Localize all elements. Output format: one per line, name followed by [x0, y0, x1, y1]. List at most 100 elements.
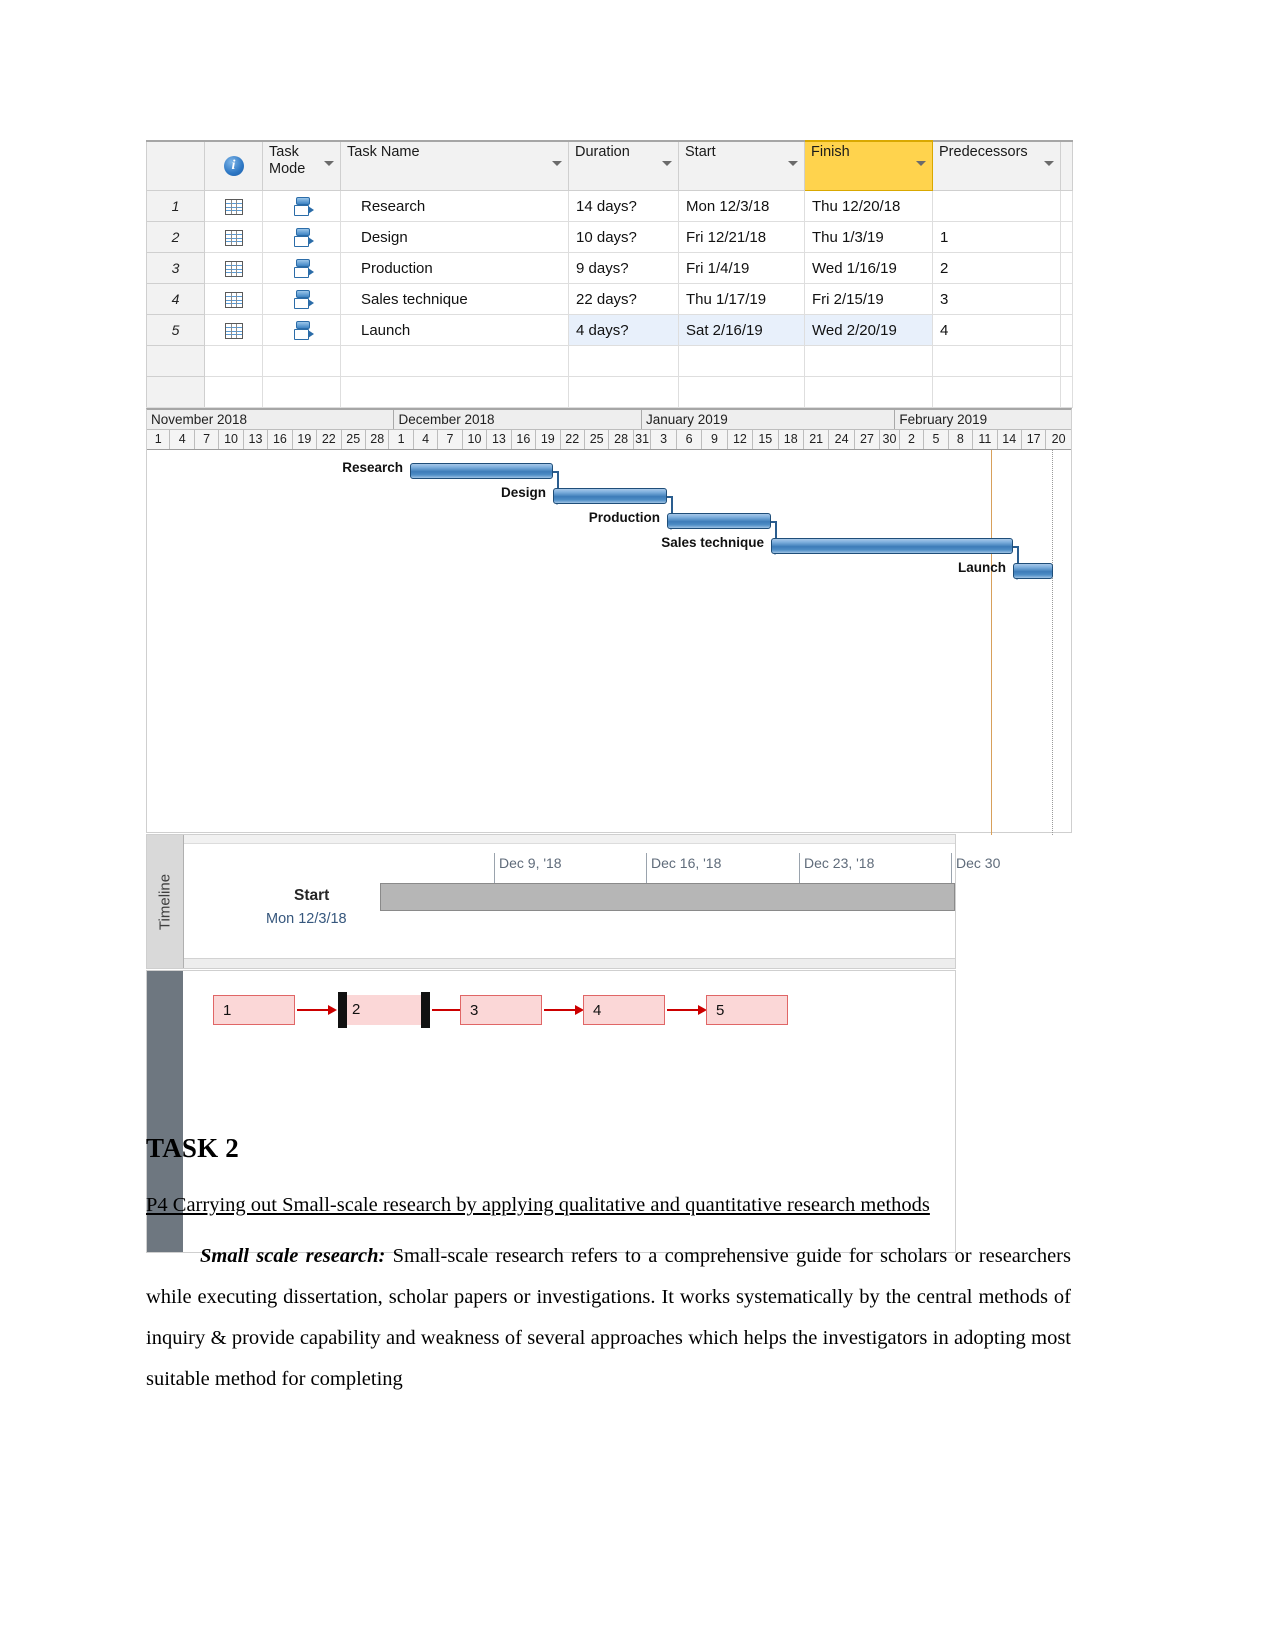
row-start[interactable]: Fri 1/4/19 [678, 252, 805, 284]
column-header-next[interactable] [1060, 140, 1073, 191]
notes-sheet-icon [224, 260, 243, 277]
row-duration[interactable]: 10 days? [568, 221, 679, 253]
network-node-4[interactable]: 4 [583, 995, 665, 1025]
row-indicator[interactable] [204, 345, 263, 377]
row-start[interactable]: Thu 1/17/19 [678, 283, 805, 315]
timescale-day: 31 [634, 430, 652, 449]
task-grid: i Task Mode Task Name Duration Start Fin… [146, 140, 1073, 408]
network-node-label: 3 [470, 1002, 479, 1019]
row-task-mode[interactable] [262, 376, 341, 408]
row-duration[interactable]: 14 days? [568, 190, 679, 222]
empty-row[interactable] [146, 345, 1073, 377]
row-task-mode[interactable] [262, 345, 341, 377]
chevron-down-icon[interactable] [788, 161, 798, 166]
gantt-bar-research[interactable]: Research [342, 460, 553, 479]
timeline-body[interactable]: Dec 9, '18 Dec 16, '18 Dec 23, '18 Dec 3… [184, 835, 1000, 968]
column-header-indicators[interactable]: i [204, 140, 263, 191]
table-row[interactable]: 5 Launch 4 days? Sat 2/16/19 Wed 2/20/19… [146, 314, 1073, 346]
row-id [146, 345, 205, 377]
row-start[interactable] [678, 345, 805, 377]
row-task-name[interactable]: Research [340, 190, 569, 222]
table-row[interactable]: 1 Research 14 days? Mon 12/3/18 Thu 12/2… [146, 190, 1073, 222]
table-row[interactable]: 2 Design 10 days? Fri 12/21/18 Thu 1/3/1… [146, 221, 1073, 253]
gantt-bar-launch[interactable]: Launch [958, 560, 1053, 579]
column-header-finish[interactable]: Finish [804, 140, 933, 191]
row-predecessors[interactable]: 4 [932, 314, 1061, 346]
network-node-1[interactable]: 1 [213, 995, 295, 1025]
row-finish[interactable]: Wed 1/16/19 [804, 252, 933, 284]
row-task-mode[interactable] [262, 283, 341, 315]
row-duration[interactable]: 4 days? [568, 314, 679, 346]
row-indicator[interactable] [204, 376, 263, 408]
row-indicator[interactable] [204, 252, 263, 284]
row-finish[interactable] [804, 345, 933, 377]
column-header-id[interactable] [146, 140, 205, 191]
row-finish[interactable] [804, 376, 933, 408]
gantt-bar-production[interactable]: Production [589, 510, 771, 529]
column-header-predecessors[interactable]: Predecessors [932, 140, 1061, 191]
gantt-chart[interactable]: November 2018 December 2018 January 2019… [146, 408, 1072, 835]
row-task-mode[interactable] [262, 314, 341, 346]
row-predecessors[interactable] [932, 376, 1061, 408]
timeline-span-bar[interactable] [380, 883, 955, 911]
row-indicator[interactable] [204, 190, 263, 222]
chevron-down-icon[interactable] [552, 161, 562, 166]
timescale-day: 5 [924, 430, 949, 449]
row-overflow [1060, 190, 1073, 222]
chevron-down-icon[interactable] [916, 161, 926, 166]
row-task-mode[interactable] [262, 190, 341, 222]
row-start[interactable]: Mon 12/3/18 [678, 190, 805, 222]
row-indicator[interactable] [204, 283, 263, 315]
row-finish[interactable]: Wed 2/20/19 [804, 314, 933, 346]
row-task-name[interactable]: Design [340, 221, 569, 253]
column-header-start[interactable]: Start [678, 140, 805, 191]
column-header-task-mode[interactable]: Task Mode [262, 140, 341, 191]
manual-schedule-icon [293, 227, 314, 247]
network-node-3[interactable]: 3 [460, 995, 542, 1025]
row-task-name[interactable]: Production [340, 252, 569, 284]
row-task-name[interactable] [340, 376, 569, 408]
row-finish[interactable]: Fri 2/15/19 [804, 283, 933, 315]
network-node-2[interactable]: 2 [338, 992, 430, 1028]
chevron-down-icon[interactable] [324, 161, 334, 166]
row-indicator[interactable] [204, 221, 263, 253]
row-finish[interactable]: Thu 12/20/18 [804, 190, 933, 222]
row-predecessors[interactable]: 1 [932, 221, 1061, 253]
row-task-name[interactable]: Sales technique [340, 283, 569, 315]
chevron-down-icon[interactable] [1044, 161, 1054, 166]
row-duration[interactable]: 9 days? [568, 252, 679, 284]
network-node-5[interactable]: 5 [706, 995, 788, 1025]
timescale-day: 22 [561, 430, 585, 449]
row-task-name[interactable]: Launch [340, 314, 569, 346]
row-start[interactable]: Sat 2/16/19 [678, 314, 805, 346]
row-predecessors[interactable]: 3 [932, 283, 1061, 315]
row-start[interactable] [678, 376, 805, 408]
timeline-pane[interactable]: Timeline Dec 9, '18 Dec 16, '18 Dec 23, … [146, 834, 1000, 969]
row-predecessors[interactable] [932, 345, 1061, 377]
column-header-duration[interactable]: Duration [568, 140, 679, 191]
row-predecessors[interactable] [932, 190, 1061, 222]
chevron-down-icon[interactable] [662, 161, 672, 166]
table-row[interactable]: 4 Sales technique 22 days? Thu 1/17/19 F… [146, 283, 1073, 315]
row-finish[interactable]: Thu 1/3/19 [804, 221, 933, 253]
row-duration[interactable] [568, 376, 679, 408]
column-header-task-name-label: Task Name [347, 144, 420, 160]
timeline-gutter[interactable]: Timeline [147, 835, 184, 968]
empty-row[interactable] [146, 376, 1073, 408]
row-task-mode[interactable] [262, 252, 341, 284]
timescale-day: 14 [998, 430, 1022, 449]
timescale-day: 28 [609, 430, 634, 449]
row-start[interactable]: Fri 12/21/18 [678, 221, 805, 253]
row-task-name[interactable] [340, 345, 569, 377]
row-duration[interactable]: 22 days? [568, 283, 679, 315]
column-header-task-name[interactable]: Task Name [340, 140, 569, 191]
gantt-bar-design[interactable]: Design [501, 485, 667, 504]
timescale-day: 4 [170, 430, 195, 449]
row-indicator[interactable] [204, 314, 263, 346]
row-predecessors[interactable]: 2 [932, 252, 1061, 284]
row-task-mode[interactable] [262, 221, 341, 253]
gantt-bar-sales-technique[interactable]: Sales technique [661, 535, 1013, 554]
table-row[interactable]: 3 Production 9 days? Fri 1/4/19 Wed 1/16… [146, 252, 1073, 284]
row-duration[interactable] [568, 345, 679, 377]
gantt-bars-area[interactable]: Research Design Production Sales techniq… [147, 450, 1071, 835]
